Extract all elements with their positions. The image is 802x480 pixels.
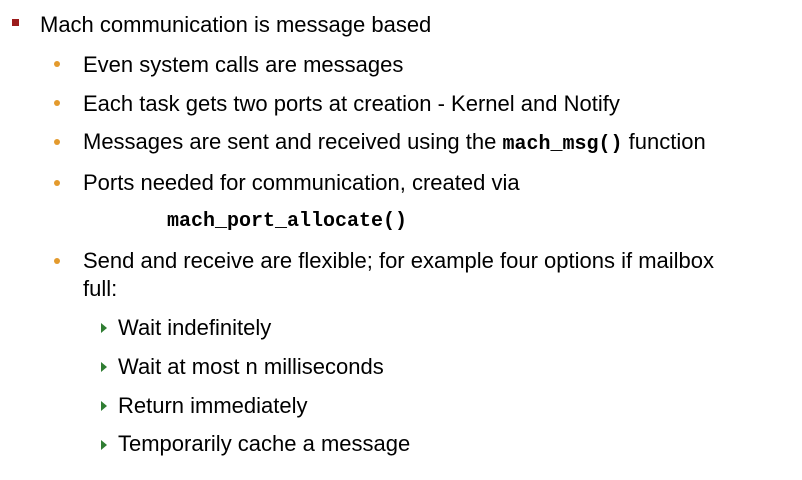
bullet-mach-communication: Mach communication is message based <box>40 12 432 37</box>
bullet-mach-msg-text: Messages are sent and received using the <box>83 129 503 154</box>
triangle-bullet-icon <box>101 401 107 411</box>
triangle-bullet-icon <box>101 362 107 372</box>
code-mach-port-allocate: mach_port_allocate() <box>167 210 408 233</box>
sub-bullet-wait-indefinitely: Wait indefinitely <box>118 315 272 340</box>
sub-bullet-return-immediately: Return immediately <box>118 393 308 418</box>
sub-bullet-cache-message: Temporarily cache a message <box>118 431 411 456</box>
square-bullet-icon <box>12 19 19 26</box>
code-mach-msg: mach_msg() <box>502 133 623 156</box>
triangle-bullet-icon <box>101 440 107 450</box>
bullet-send-receive-line1: Send and receive are flexible; for examp… <box>83 248 715 273</box>
dot-bullet-icon <box>54 180 60 186</box>
dot-bullet-icon <box>54 258 60 264</box>
triangle-bullet-icon <box>101 323 107 333</box>
bullet-two-ports: Each task gets two ports at creation - K… <box>83 91 620 116</box>
bullet-mach-msg-suffix: function <box>622 129 706 154</box>
dot-bullet-icon <box>54 100 60 106</box>
dot-bullet-icon <box>54 139 60 145</box>
bullet-mach-msg: Messages are sent and received using the… <box>83 129 706 158</box>
dot-bullet-icon <box>54 61 60 67</box>
sub-bullet-wait-at-most: Wait at most n milliseconds <box>118 354 384 379</box>
bullet-send-receive-line2: full: <box>83 276 118 301</box>
bullet-system-calls: Even system calls are messages <box>83 52 404 77</box>
bullet-ports-needed: Ports needed for communication, created … <box>83 170 520 195</box>
